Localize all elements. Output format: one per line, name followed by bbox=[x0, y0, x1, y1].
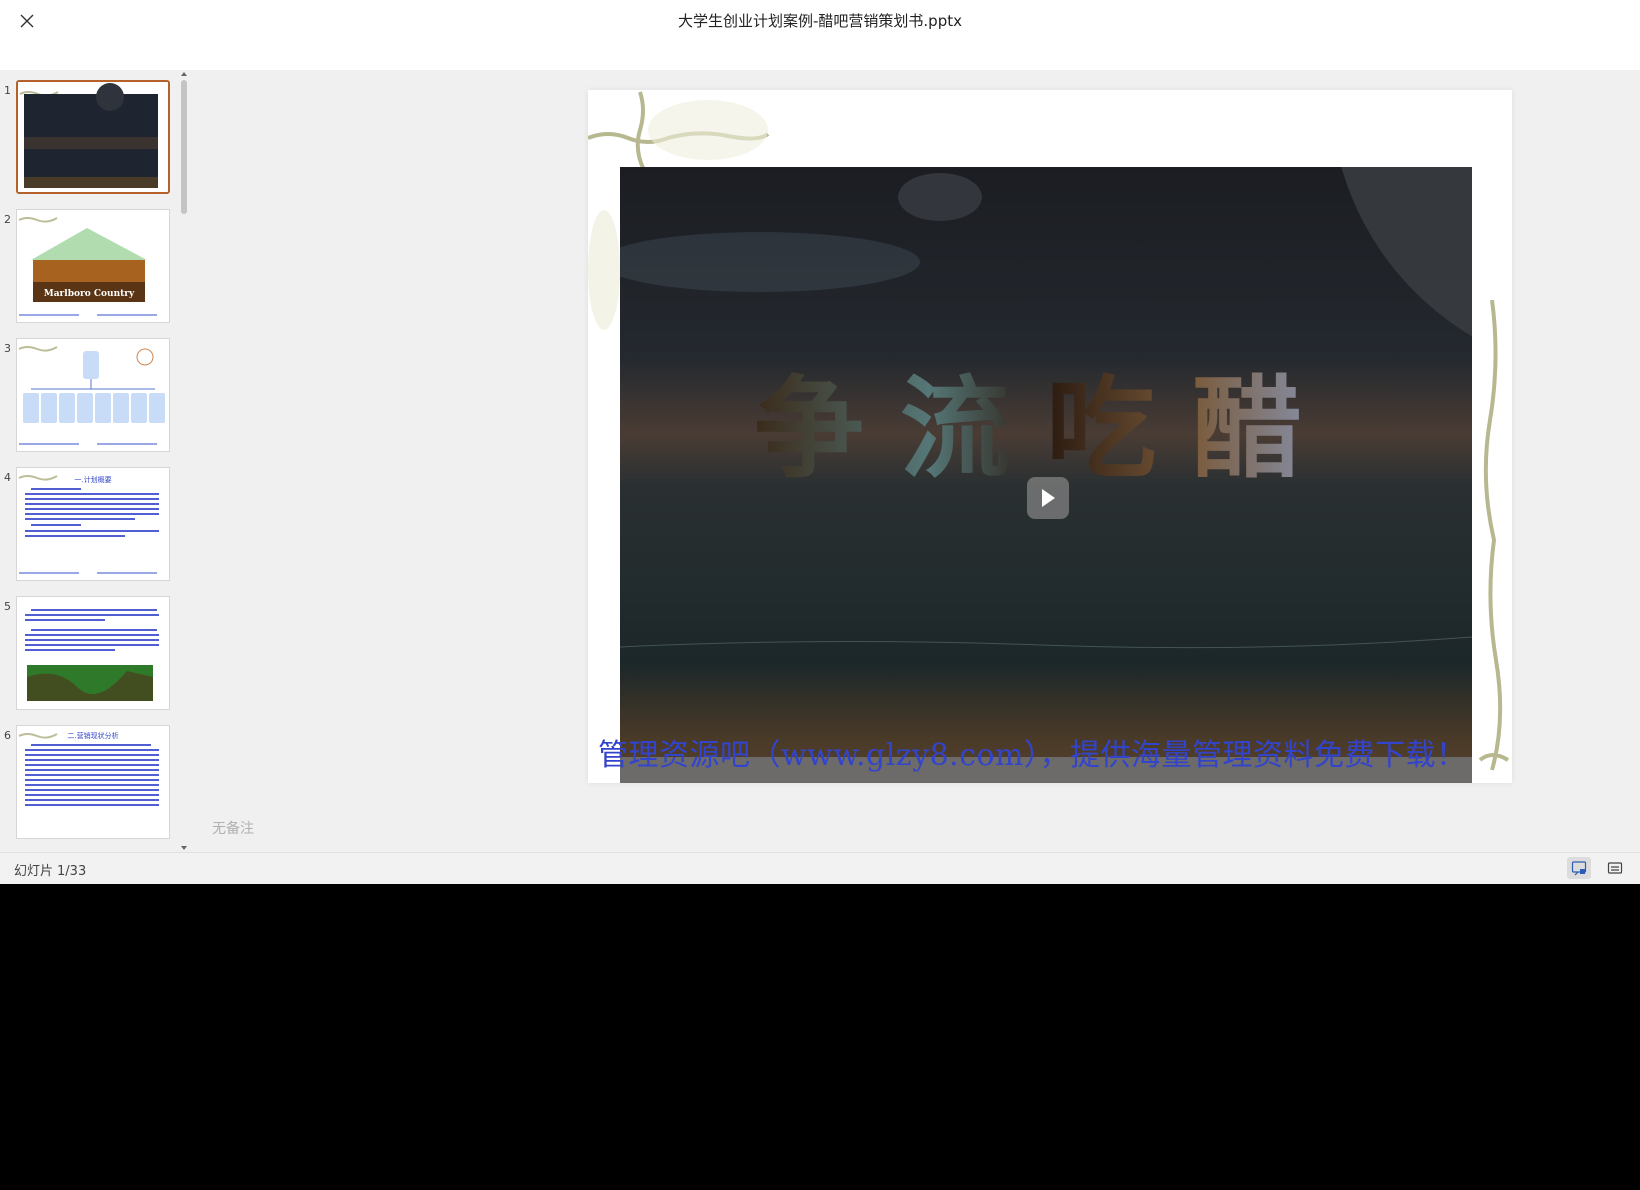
thumbnail-number: 3 bbox=[4, 342, 11, 355]
presentation-viewer: 大学生创业计划案例-醋吧营销策划书.pptx 1 2 Marlboro Coun… bbox=[0, 0, 1640, 884]
thumbnail-number: 2 bbox=[4, 213, 11, 226]
notes-toggle-icon bbox=[1571, 861, 1587, 876]
thumbnail-number: 1 bbox=[4, 84, 11, 97]
thumbnail-number: 5 bbox=[4, 600, 11, 613]
play-icon bbox=[1042, 489, 1055, 507]
thumbnail-preview bbox=[18, 82, 168, 192]
notes-toggle-button[interactable] bbox=[1567, 857, 1591, 879]
slide-thumbnail-5[interactable] bbox=[16, 596, 170, 710]
scroll-down-icon[interactable] bbox=[181, 846, 187, 850]
thumbnail-preview bbox=[17, 597, 169, 709]
video-frame: 争流吃醋 bbox=[620, 167, 1472, 783]
thumbnail-number: 6 bbox=[4, 729, 11, 742]
thumbnail-number: 4 bbox=[4, 471, 11, 484]
subtitle-toggle-button[interactable] bbox=[1603, 857, 1627, 879]
slide-thumbnail-panel: 1 2 Marlboro Country 3 4 一.计划概要 5 6 二.营销… bbox=[0, 70, 190, 852]
slide-title-art: 争流吃醋 bbox=[754, 364, 1338, 493]
slide-footer-text: 管理资源吧（www.glzy8.com），提供海量管理资料免费下载！ bbox=[598, 738, 1467, 773]
notes-placeholder[interactable]: 无备注 bbox=[212, 818, 254, 838]
slide-thumbnail-4[interactable]: 一.计划概要 bbox=[16, 467, 170, 581]
header-bar: 大学生创业计划案例-醋吧营销策划书.pptx bbox=[0, 0, 1640, 70]
thumbnail-caption: Marlboro Country bbox=[44, 289, 135, 299]
slide-thumbnail-6[interactable]: 二.营销现状分析 bbox=[16, 725, 170, 839]
slide-thumbnail-3[interactable] bbox=[16, 338, 170, 452]
vine-decoration bbox=[588, 210, 620, 330]
status-bar: 幻灯片 1/33 bbox=[0, 852, 1640, 884]
main-slide: 争流吃醋 管理资源吧（www.glzy8.com），提供海量管理资料免费下载！ bbox=[588, 90, 1512, 783]
thumbnail-heading: 一.计划概要 bbox=[74, 475, 111, 484]
slide-thumbnail-2[interactable]: Marlboro Country bbox=[16, 209, 170, 323]
thumbnail-heading: 二.营销现状分析 bbox=[67, 731, 118, 740]
vine-decoration bbox=[1478, 300, 1510, 771]
scroll-up-icon[interactable] bbox=[181, 72, 187, 76]
thumbnail-preview bbox=[17, 339, 169, 451]
thumbnail-preview: Marlboro Country bbox=[17, 210, 169, 322]
thumbnail-preview: 二.营销现状分析 bbox=[17, 726, 169, 838]
thumbnail-scrollbar[interactable] bbox=[180, 72, 188, 850]
slide-counter-label: 幻灯片 bbox=[14, 864, 54, 879]
slide-thumbnail-1[interactable] bbox=[16, 80, 170, 194]
subtitle-icon bbox=[1607, 862, 1623, 874]
thumbnail-preview: 一.计划概要 bbox=[17, 468, 169, 580]
play-button[interactable] bbox=[1027, 477, 1069, 519]
slide-counter: 幻灯片 1/33 bbox=[14, 860, 86, 879]
slide-counter-value: 1/33 bbox=[57, 864, 87, 879]
file-title: 大学生创业计划案例-醋吧营销策划书.pptx bbox=[678, 12, 962, 30]
video-player[interactable]: 争流吃醋 bbox=[620, 167, 1472, 783]
scrollbar-thumb[interactable] bbox=[181, 80, 187, 214]
